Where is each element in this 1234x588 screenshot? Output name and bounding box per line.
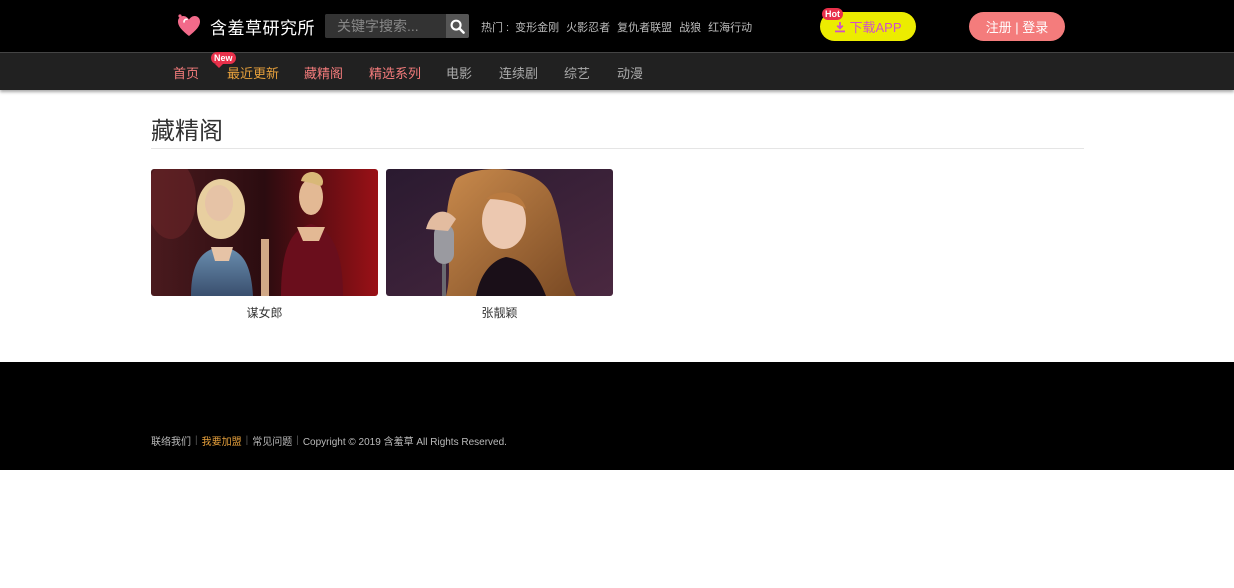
hot-label: 热门 : bbox=[481, 22, 510, 34]
search-input[interactable] bbox=[325, 14, 443, 38]
download-icon bbox=[835, 21, 846, 32]
hot-keyword-link[interactable]: 变形金刚 bbox=[515, 19, 559, 35]
card-thumbnail bbox=[386, 169, 613, 296]
nav-item-variety[interactable]: 综艺 bbox=[564, 63, 590, 82]
main-nav: 首页 最近更新 藏精阁 精选系列 电影 连续剧 综艺 动漫 bbox=[0, 52, 1234, 90]
footer-separator: | bbox=[195, 435, 198, 446]
site-name: 含羞草研究所 bbox=[210, 18, 315, 38]
nav-item-collection[interactable]: 藏精阁 bbox=[304, 63, 343, 82]
footer: 联络我们 | 我要加盟 | 常见问题 | Copyright © 2019 含羞… bbox=[0, 362, 1234, 470]
nav-item-recent-updates[interactable]: 最近更新 bbox=[227, 63, 279, 82]
footer-link-join[interactable]: 我要加盟 bbox=[202, 433, 242, 448]
download-app-label: 下载APP bbox=[849, 20, 902, 35]
search-icon bbox=[450, 19, 465, 34]
hot-keyword-link[interactable]: 火影忍者 bbox=[566, 19, 610, 35]
footer-separator: | bbox=[296, 435, 299, 446]
card-label: 谋女郎 bbox=[246, 306, 283, 320]
heart-logo-icon bbox=[178, 14, 200, 36]
register-login-button[interactable]: 注册 | 登录 bbox=[969, 12, 1065, 41]
hot-badge: Hot bbox=[822, 8, 843, 20]
search-button[interactable] bbox=[446, 14, 469, 38]
site-logo[interactable]: 含羞草研究所 bbox=[176, 13, 315, 39]
top-bar: 含羞草研究所 热门 : 变形金刚 火影忍者 复仇者联盟 战狼 红海行动 下载AP… bbox=[0, 0, 1234, 52]
nav-item-tv-series[interactable]: 连续剧 bbox=[499, 63, 538, 82]
hot-keyword-link[interactable]: 红海行动 bbox=[708, 19, 752, 35]
footer-links: 联络我们 | 我要加盟 | 常见问题 | Copyright © 2019 含羞… bbox=[151, 433, 507, 448]
search-box bbox=[325, 14, 469, 38]
nav-item-movies[interactable]: 电影 bbox=[446, 63, 472, 82]
card-label: 张靓颖 bbox=[481, 306, 518, 320]
nav-item-featured-series[interactable]: 精选系列 bbox=[369, 63, 421, 82]
title-divider bbox=[151, 148, 1084, 149]
page-title: 藏精阁 bbox=[151, 118, 223, 145]
card-thumbnail bbox=[151, 169, 378, 296]
footer-link-faq[interactable]: 常见问题 bbox=[252, 433, 292, 448]
footer-link-contact[interactable]: 联络我们 bbox=[151, 433, 191, 448]
footer-separator: | bbox=[245, 435, 249, 446]
nav-item-anime[interactable]: 动漫 bbox=[617, 63, 643, 82]
hot-keywords: 热门 : 变形金刚 火影忍者 复仇者联盟 战狼 红海行动 bbox=[481, 19, 759, 35]
hot-keyword-link[interactable]: 战狼 bbox=[679, 19, 701, 35]
copyright-text: Copyright © 2019 含羞草 All Rights Reserved… bbox=[302, 437, 507, 448]
nav-item-home[interactable]: 首页 bbox=[173, 63, 199, 82]
collection-card[interactable]: 谋女郎 bbox=[151, 169, 378, 321]
new-badge: New bbox=[211, 52, 236, 68]
collection-card[interactable]: 张靓颖 bbox=[386, 169, 613, 321]
hot-keyword-link[interactable]: 复仇者联盟 bbox=[617, 19, 672, 35]
